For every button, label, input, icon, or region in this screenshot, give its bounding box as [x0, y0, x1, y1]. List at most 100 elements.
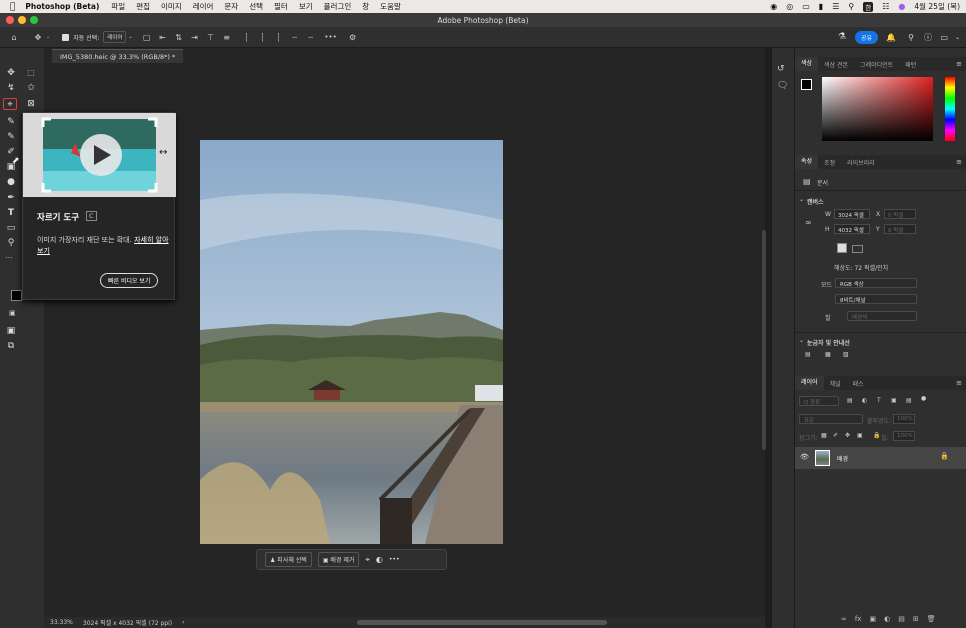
bell-icon[interactable]: 🔔: [886, 33, 896, 42]
distribute-top-icon[interactable]: ┄: [287, 33, 303, 42]
align-middle-v-icon[interactable]: ≡: [219, 33, 235, 42]
marquee-tool-icon[interactable]: ⬚: [24, 67, 38, 79]
mode-dropdown[interactable]: RGB 색상: [835, 278, 917, 288]
quick-mask-icon[interactable]: ▣: [4, 325, 18, 337]
tab-color[interactable]: 색상: [795, 57, 819, 71]
menu-type[interactable]: 문자: [224, 1, 238, 12]
object-selection-tool-icon[interactable]: ✩: [24, 82, 38, 94]
menu-help[interactable]: 도움말: [380, 1, 401, 12]
panel-menu-icon[interactable]: ≡: [956, 158, 962, 166]
layer-name[interactable]: 배경: [837, 454, 848, 463]
zoom-window-button[interactable]: [30, 16, 38, 24]
background-fill-dropdown[interactable]: 배경색: [847, 311, 917, 321]
input-source-icon[interactable]: 한: [863, 1, 874, 12]
hue-slider[interactable]: [945, 77, 955, 141]
frame-tool-icon[interactable]: ⊠: [24, 98, 38, 110]
foreground-color-swatch[interactable]: [11, 290, 22, 301]
apple-icon[interactable]: : [10, 2, 15, 12]
record-icon[interactable]: ◉: [770, 2, 777, 11]
lock-image-icon[interactable]: ✐: [833, 432, 838, 439]
filter-type-icon[interactable]: T: [877, 397, 881, 404]
landscape-orientation-icon[interactable]: [852, 245, 863, 253]
y-field[interactable]: 0 픽셀: [884, 224, 916, 234]
tab-paths[interactable]: 패스: [847, 379, 870, 388]
tab-adjustments[interactable]: 조정: [818, 158, 841, 167]
eye-icon[interactable]: 👁: [800, 453, 809, 461]
tab-gradients[interactable]: 그레이디언트: [854, 60, 899, 69]
opacity-field[interactable]: 100%: [893, 414, 915, 424]
color-field[interactable]: [822, 77, 933, 141]
type-tool-icon[interactable]: T: [4, 207, 18, 219]
panel-menu-icon[interactable]: ≡: [956, 60, 962, 68]
foreground-color-swatch[interactable]: [801, 79, 812, 90]
canvas-image[interactable]: [200, 140, 503, 544]
show-transform-icon[interactable]: ▢: [139, 33, 155, 42]
new-layer-icon[interactable]: ⊞: [913, 615, 919, 623]
ruler-icon[interactable]: ▤: [805, 351, 811, 358]
tool-preset-chevron-icon[interactable]: ⌄: [46, 34, 50, 40]
home-icon[interactable]: ⌂: [6, 33, 22, 42]
tab-swatches[interactable]: 색상 견본: [818, 60, 854, 69]
move-tool-icon[interactable]: ✥: [30, 33, 46, 42]
menu-layer[interactable]: 레이어: [193, 1, 214, 12]
align-center-h-icon[interactable]: ⇅: [171, 33, 187, 42]
minimize-window-button[interactable]: [18, 16, 26, 24]
more-tools-icon[interactable]: ···: [2, 252, 16, 264]
share-button[interactable]: 공유: [854, 31, 878, 44]
horizontal-scrollbar[interactable]: [357, 620, 607, 625]
guides-icon[interactable]: ▧: [843, 351, 849, 358]
quick-video-button[interactable]: 빠른 비디오 보기: [100, 273, 159, 288]
document-tab[interactable]: IMG_5380.heic @ 33.3% (RGB/8*) *: [52, 49, 184, 63]
more-options-button[interactable]: •••: [323, 33, 339, 41]
distribute-right-icon[interactable]: ┆: [271, 33, 287, 42]
distribute-center-icon[interactable]: ┆: [255, 33, 271, 42]
zoom-level[interactable]: 33.33%: [50, 619, 73, 626]
adjustment-icon[interactable]: ◐: [376, 555, 383, 564]
align-left-icon[interactable]: ⇤: [155, 33, 171, 42]
align-right-icon[interactable]: ⇥: [187, 33, 203, 42]
app-menu[interactable]: Photoshop (Beta): [25, 2, 99, 11]
auto-select-dropdown[interactable]: 레이어: [103, 31, 127, 43]
creative-cloud-icon[interactable]: ◎: [786, 2, 793, 11]
flask-icon[interactable]: ⚗: [838, 32, 846, 42]
auto-select-checkbox[interactable]: [62, 33, 70, 41]
pen-tool-icon[interactable]: ✒: [4, 192, 18, 204]
add-mask-icon[interactable]: ▣: [869, 615, 876, 623]
history-icon[interactable]: ↺: [777, 64, 785, 74]
more-options-button[interactable]: •••: [389, 556, 400, 563]
lasso-tool-icon[interactable]: ↯: [4, 82, 18, 94]
status-chevron-icon[interactable]: ›: [182, 619, 184, 626]
fill-field[interactable]: 100%: [893, 431, 915, 441]
filter-toggle-icon[interactable]: ●: [921, 395, 926, 402]
x-field[interactable]: 0 픽셀: [884, 209, 916, 219]
tab-properties[interactable]: 속성: [795, 155, 819, 169]
healing-brush-tool-icon[interactable]: ✎: [4, 131, 18, 143]
comments-icon[interactable]: 🗨: [777, 81, 788, 91]
menu-image[interactable]: 이미지: [161, 1, 182, 12]
panel-menu-icon[interactable]: ≡: [956, 379, 962, 387]
layer-row-background[interactable]: 👁 배경 🔒: [795, 447, 966, 469]
wifi-icon[interactable]: ☰: [832, 2, 839, 11]
canvas-section-chevron-icon[interactable]: ⌄: [799, 196, 804, 203]
distribute-left-icon[interactable]: ┆: [239, 33, 255, 42]
crop-tool-icon[interactable]: ⌖: [3, 98, 17, 110]
filter-adjustment-icon[interactable]: ◐: [862, 397, 867, 404]
battery-icon[interactable]: ▮: [819, 2, 823, 11]
help-icon[interactable]: ⓘ: [924, 32, 932, 43]
crop-icon[interactable]: ⌖: [365, 555, 370, 565]
menu-plugins[interactable]: 플러그인: [324, 1, 352, 12]
control-center-icon[interactable]: ☷: [882, 2, 889, 11]
gear-icon[interactable]: ⚙: [345, 33, 361, 42]
remove-background-button[interactable]: ▣ 배경 제거: [317, 552, 360, 567]
search-icon[interactable]: ⚲: [908, 33, 914, 42]
filter-smart-object-icon[interactable]: ▤: [906, 397, 912, 404]
menu-view[interactable]: 보기: [299, 1, 313, 12]
tab-channels[interactable]: 채널: [824, 379, 847, 388]
screen-mode-icon[interactable]: ⧉: [4, 340, 18, 352]
filter-shape-icon[interactable]: ▣: [891, 397, 897, 404]
vertical-scrollbar[interactable]: [762, 230, 766, 450]
menu-filter[interactable]: 필터: [274, 1, 288, 12]
distribute-bottom-icon[interactable]: ┄: [303, 33, 319, 42]
link-icon[interactable]: ∞: [805, 218, 812, 227]
close-window-button[interactable]: [6, 16, 14, 24]
